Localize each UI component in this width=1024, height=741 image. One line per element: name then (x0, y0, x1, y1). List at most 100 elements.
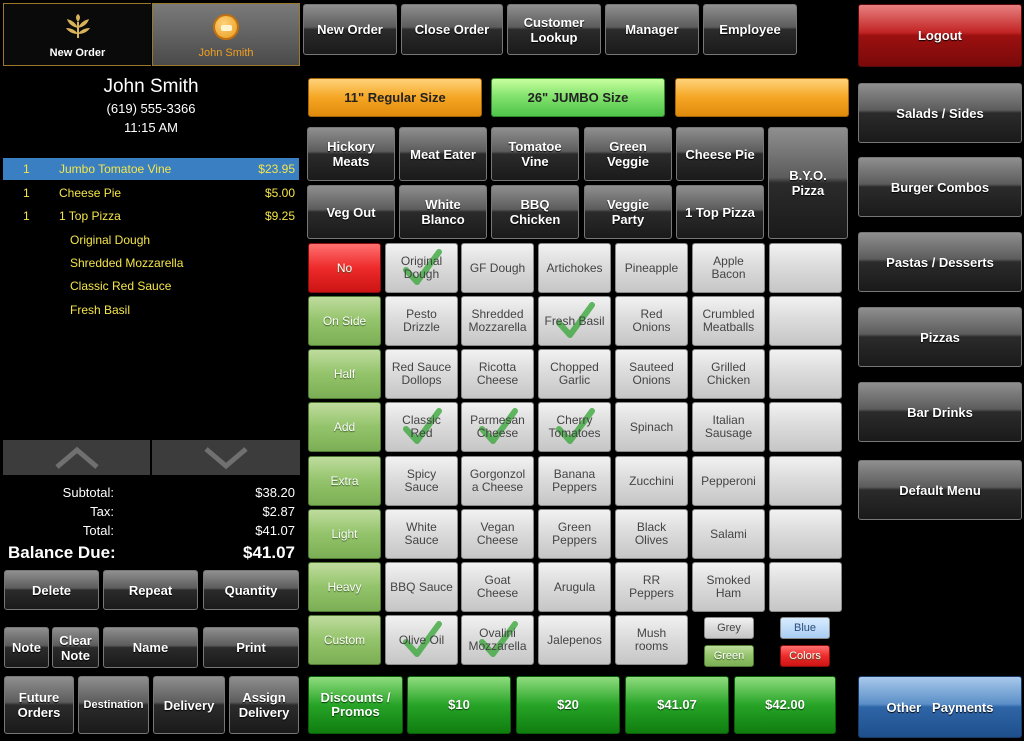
topping-ovalini-mozzarella-button[interactable]: Ovalini Mozzarella (461, 615, 534, 665)
scroll-up-button[interactable] (3, 440, 150, 475)
category-pastas-desserts-button[interactable]: Pastas / Desserts (858, 232, 1022, 292)
modifier-half-button[interactable]: Half (308, 349, 381, 399)
specialty-1-top-pizza-button[interactable]: 1 Top Pizza (676, 185, 764, 239)
size-regular-button[interactable]: 11" Regular Size (308, 78, 482, 117)
byo-pizza-button[interactable]: B.Y.O. Pizza (768, 127, 848, 239)
pay-20-button[interactable]: $20 (516, 676, 620, 734)
modifier-light-button[interactable]: Light (308, 509, 381, 559)
topping-empty-button[interactable] (769, 402, 842, 452)
topping-jalepenos-button[interactable]: Jalepenos (538, 615, 611, 665)
topping-white-sauce-button[interactable]: White Sauce (385, 509, 458, 559)
employee-button[interactable]: Employee (703, 4, 797, 55)
topping-fresh-basil-button[interactable]: Fresh Basil (538, 296, 611, 346)
specialty-hickory-meats-button[interactable]: Hickory Meats (307, 127, 395, 181)
topping-black-olives-button[interactable]: Black Olives (615, 509, 688, 559)
topping-empty-button[interactable] (769, 456, 842, 506)
topping-spicy-sauce-button[interactable]: Spicy Sauce (385, 456, 458, 506)
topping-italian-sausage-button[interactable]: Italian Sausage (692, 402, 765, 452)
future-orders-button[interactable]: Future Orders (4, 676, 74, 734)
specialty-cheese-pie-button[interactable]: Cheese Pie (676, 127, 764, 181)
color-grey-button[interactable]: Grey (704, 617, 754, 639)
other-payments-button[interactable]: Other Payments (858, 676, 1022, 738)
modifier-no-button[interactable]: No (308, 243, 381, 293)
category-bar-drinks-button[interactable]: Bar Drinks (858, 382, 1022, 442)
topping-mush-rooms-button[interactable]: Mush rooms (615, 615, 688, 665)
specialty-veggie-party-button[interactable]: Veggie Party (584, 185, 672, 239)
destination-button[interactable]: Destination (78, 676, 149, 734)
category-burger-combos-button[interactable]: Burger Combos (858, 157, 1022, 217)
tab-new-order[interactable]: New Order (3, 3, 151, 66)
topping-pesto-drizzle-button[interactable]: Pesto Drizzle (385, 296, 458, 346)
modifier-custom-button[interactable]: Custom (308, 615, 381, 665)
manager-button[interactable]: Manager (605, 4, 699, 55)
topping-bbq-sauce-button[interactable]: BBQ Sauce (385, 562, 458, 612)
size-jumbo-button[interactable]: 26" JUMBO Size (491, 78, 665, 117)
scroll-down-button[interactable] (152, 440, 300, 475)
topping-arugula-button[interactable]: Arugula (538, 562, 611, 612)
color-green-button[interactable]: Green (704, 645, 754, 667)
new-order-button[interactable]: New Order (303, 4, 397, 55)
specialty-veg-out-button[interactable]: Veg Out (307, 185, 395, 239)
customer-lookup-button[interactable]: Customer Lookup (507, 4, 601, 55)
discounts-promos-button[interactable]: Discounts / Promos (308, 676, 403, 734)
order-item-row[interactable]: 1 Cheese Pie $5.00 (3, 182, 299, 204)
topping-empty-button[interactable] (769, 509, 842, 559)
specialty-green-veggie-button[interactable]: Green Veggie (584, 127, 672, 181)
topping-empty-button[interactable] (769, 296, 842, 346)
topping-cherry-tomatoes-button[interactable]: Cherry Tomatoes (538, 402, 611, 452)
topping-red-onions-button[interactable]: Red Onions (615, 296, 688, 346)
topping-parmesan-cheese-button[interactable]: Parmesan Cheese (461, 402, 534, 452)
assign-delivery-button[interactable]: Assign Delivery (229, 676, 299, 734)
topping-red-sauce-dollops-button[interactable]: Red Sauce Dollops (385, 349, 458, 399)
close-order-button[interactable]: Close Order (401, 4, 503, 55)
topping-zucchini-button[interactable]: Zucchini (615, 456, 688, 506)
topping-chopped-garlic-button[interactable]: Chopped Garlic (538, 349, 611, 399)
topping-vegan-cheese-button[interactable]: Vegan Cheese (461, 509, 534, 559)
topping-pineapple-button[interactable]: Pineapple (615, 243, 688, 293)
topping-crumbled-meatballs-button[interactable]: Crumbled Meatballs (692, 296, 765, 346)
specialty-tomatoe-vine-button[interactable]: Tomatoe Vine (491, 127, 579, 181)
topping-empty-button[interactable] (769, 562, 842, 612)
topping-classic-red-button[interactable]: Classic Red (385, 402, 458, 452)
category-default-menu-button[interactable]: Default Menu (858, 460, 1022, 520)
pay-10-button[interactable]: $10 (407, 676, 511, 734)
tab-user[interactable]: John Smith (152, 3, 300, 66)
quantity-button[interactable]: Quantity (203, 570, 299, 610)
pay-42-button[interactable]: $42.00 (734, 676, 836, 734)
topping-gorgonzol-a-cheese-button[interactable]: Gorgonzol a Cheese (461, 456, 534, 506)
clear-note-button[interactable]: Clear Note (52, 627, 99, 668)
specialty-white-blanco-button[interactable]: White Blanco (399, 185, 487, 239)
category-salads-sides-button[interactable]: Salads / Sides (858, 83, 1022, 143)
topping-ricotta-cheese-button[interactable]: Ricotta Cheese (461, 349, 534, 399)
topping-pepperoni-button[interactable]: Pepperoni (692, 456, 765, 506)
topping-grilled-chicken-button[interactable]: Grilled Chicken (692, 349, 765, 399)
modifier-extra-button[interactable]: Extra (308, 456, 381, 506)
topping-sauteed-onions-button[interactable]: Sauteed Onions (615, 349, 688, 399)
specialty-bbq-chicken-button[interactable]: BBQ Chicken (491, 185, 579, 239)
topping-rr-peppers-button[interactable]: RR Peppers (615, 562, 688, 612)
modifier-on-side-button[interactable]: On Side (308, 296, 381, 346)
modifier-add-button[interactable]: Add (308, 402, 381, 452)
order-item-row[interactable]: 1 1 Top Pizza $9.25 (3, 205, 299, 227)
specialty-meat-eater-button[interactable]: Meat Eater (399, 127, 487, 181)
name-button[interactable]: Name (103, 627, 198, 668)
repeat-button[interactable]: Repeat (103, 570, 198, 610)
print-button[interactable]: Print (203, 627, 299, 668)
modifier-heavy-button[interactable]: Heavy (308, 562, 381, 612)
topping-salami-button[interactable]: Salami (692, 509, 765, 559)
topping-goat-cheese-button[interactable]: Goat Cheese (461, 562, 534, 612)
delivery-button[interactable]: Delivery (153, 676, 225, 734)
topping-spinach-button[interactable]: Spinach (615, 402, 688, 452)
topping-banana-peppers-button[interactable]: Banana Peppers (538, 456, 611, 506)
color-colors-button[interactable]: Colors (780, 645, 830, 667)
note-button[interactable]: Note (4, 627, 49, 668)
topping-empty-button[interactable] (769, 349, 842, 399)
topping-original-dough-button[interactable]: Original Dough (385, 243, 458, 293)
topping-empty-button[interactable] (769, 243, 842, 293)
topping-artichokes-button[interactable]: Artichokes (538, 243, 611, 293)
topping-olive-oil-button[interactable]: Olive Oil (385, 615, 458, 665)
order-item-row[interactable]: 1 Jumbo Tomatoe Vine $23.95 (3, 158, 299, 180)
topping-gf-dough-button[interactable]: GF Dough (461, 243, 534, 293)
color-blue-button[interactable]: Blue (780, 617, 830, 639)
logout-button[interactable]: Logout (858, 4, 1022, 67)
